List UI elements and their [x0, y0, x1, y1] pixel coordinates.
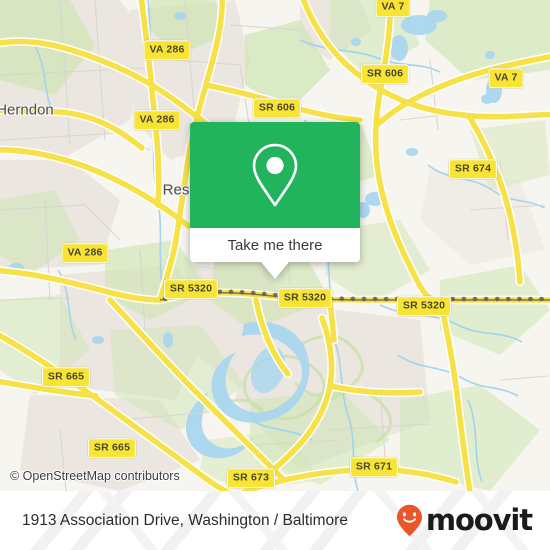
road-shield-va-7-north: VA 7: [375, 0, 411, 17]
moovit-smiley-pin-icon: [396, 504, 423, 537]
road-shield-sr-671: SR 671: [349, 457, 399, 477]
road-shield-sr-665-north: SR 665: [41, 367, 91, 387]
callout-pin-panel: [190, 122, 360, 228]
callout-body: Take me there: [190, 122, 360, 262]
moovit-wordmark: moovit: [425, 503, 533, 537]
place-label-herndon: Herndon: [0, 101, 54, 119]
road-shield-va-286-mid: VA 286: [133, 110, 181, 130]
take-me-there-button[interactable]: Take me there: [190, 228, 360, 262]
road-shield-va-7-east: VA 7: [488, 68, 524, 88]
road-shield-sr-673: SR 673: [226, 468, 276, 488]
road-shield-sr-606-east: SR 606: [360, 64, 410, 84]
footer-content: 1913 Association Drive, Washington / Bal…: [0, 491, 550, 550]
take-me-there-label: Take me there: [227, 236, 323, 254]
callout-tail-pointer: [261, 262, 289, 279]
location-address-label: 1913 Association Drive, Washington / Bal…: [22, 511, 348, 529]
map-pin-icon: [249, 142, 301, 208]
road-shield-sr-674: SR 674: [448, 159, 498, 179]
footer-bar: 1913 Association Drive, Washington / Bal…: [0, 491, 550, 550]
place-label-reston: Res: [162, 181, 190, 199]
road-shield-sr-606-west: SR 606: [252, 98, 302, 118]
road-shield-sr-5320-east: SR 5320: [396, 296, 452, 316]
map-screenshot-root: Herndon Res VA 286 VA 286 VA 286 VA 7 VA…: [0, 0, 550, 550]
road-shield-va-286-south: VA 286: [61, 243, 109, 263]
road-shield-sr-5320-west: SR 5320: [163, 279, 219, 299]
map-canvas[interactable]: Herndon Res VA 286 VA 286 VA 286 VA 7 VA…: [0, 0, 550, 491]
moovit-logo: moovit: [396, 503, 533, 537]
road-shield-sr-665-south: SR 665: [87, 438, 137, 458]
road-shield-sr-5320-mid: SR 5320: [277, 288, 333, 308]
road-shield-va-286-north: VA 286: [143, 40, 191, 60]
location-callout-card[interactable]: Take me there: [190, 122, 360, 279]
osm-attribution: © OpenStreetMap contributors: [10, 469, 180, 483]
